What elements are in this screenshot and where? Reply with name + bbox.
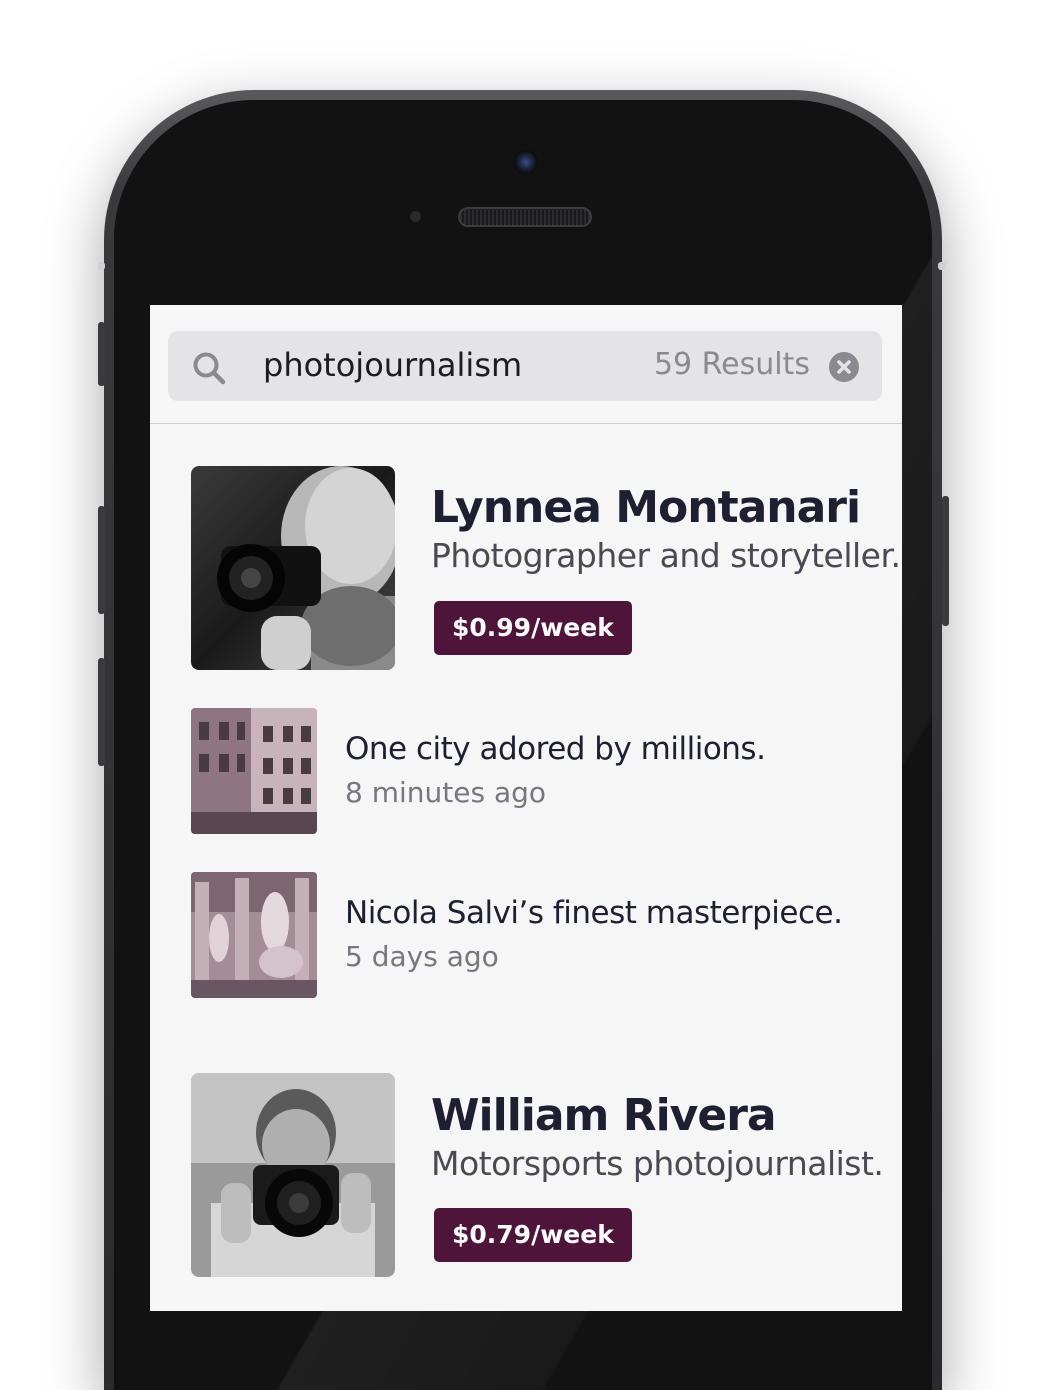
story-thumbnail[interactable] [191,872,317,998]
clear-icon[interactable] [828,351,860,383]
story-timestamp: 5 days ago [345,940,499,973]
search-divider [150,423,902,424]
author-avatar[interactable] [191,466,395,670]
search-input[interactable]: photojournalism [263,343,522,387]
author-bio: Motorsports photojournalist. [431,1144,884,1183]
author-name[interactable]: William Rivera [431,1090,777,1142]
story-title[interactable]: Nicola Salvi’s finest masterpiece. [345,893,843,933]
power-button [942,496,949,626]
search-bar[interactable]: photojournalism 59 Results [168,331,882,401]
earpiece-speaker [458,207,592,227]
proximity-sensor [410,211,421,222]
volume-down-button [98,658,105,766]
volume-up-button [98,506,105,614]
app-screen: photojournalism 59 Results Lynnea Montan… [150,305,902,1311]
author-bio: Photographer and storyteller. [431,536,901,575]
author-name[interactable]: Lynnea Montanari [431,482,861,534]
story-title[interactable]: One city adored by millions. [345,729,766,769]
antenna-band-left [98,262,105,270]
antenna-band-right [938,262,946,270]
results-count: 59 Results [653,347,810,382]
mute-switch [98,322,105,386]
subscribe-price-button[interactable]: $0.99/week [434,601,632,655]
story-timestamp: 8 minutes ago [345,776,547,809]
story-thumbnail[interactable] [191,708,317,834]
author-avatar[interactable] [191,1073,395,1277]
subscribe-price-button[interactable]: $0.79/week [434,1208,632,1262]
search-icon [193,352,226,385]
front-camera-icon [514,150,538,174]
